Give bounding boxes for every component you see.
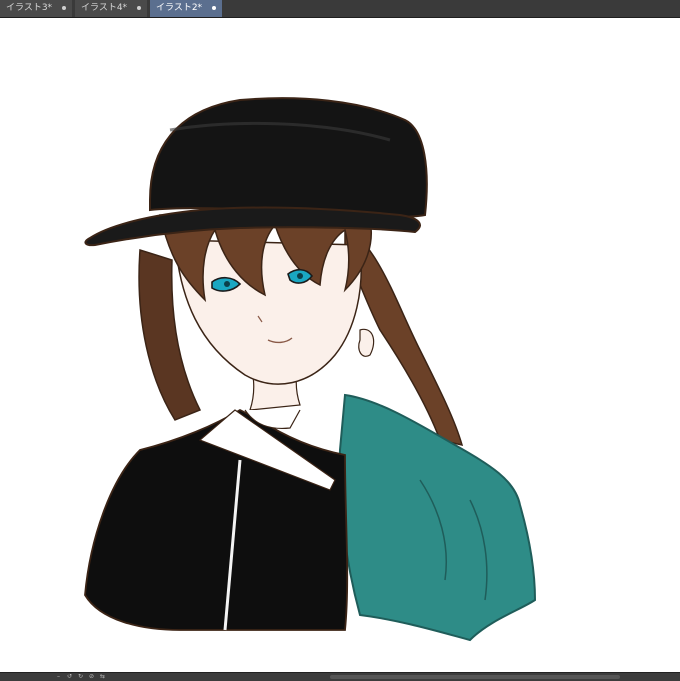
- rotate-right-icon[interactable]: ↻: [77, 674, 84, 680]
- tab-illustration-4[interactable]: イラスト4*: [75, 0, 147, 17]
- tab-label: イラスト4*: [81, 3, 128, 13]
- modified-dot-icon: [62, 6, 66, 10]
- tab-label: イラスト3*: [6, 3, 53, 13]
- ear: [358, 328, 375, 357]
- right-pupil: [297, 273, 303, 279]
- tab-illustration-3[interactable]: イラスト3*: [0, 0, 72, 17]
- drawing-canvas[interactable]: [0, 18, 680, 672]
- horizontal-scrollbar[interactable]: [330, 675, 620, 679]
- tab-label: イラスト2*: [156, 3, 203, 13]
- left-pupil: [224, 281, 230, 287]
- modified-dot-icon: [212, 6, 216, 10]
- modified-dot-icon: [137, 6, 141, 10]
- document-tab-bar: イラスト3* イラスト4* イラスト2*: [0, 0, 680, 18]
- flip-icon[interactable]: ⇆: [99, 674, 106, 680]
- hat-crown: [149, 97, 428, 219]
- tab-illustration-2[interactable]: イラスト2*: [150, 0, 222, 17]
- reset-rotation-icon[interactable]: ⊘: [88, 674, 95, 680]
- zoom-out-icon[interactable]: –: [55, 674, 62, 680]
- artwork-illustration: [84, 97, 537, 642]
- rotate-left-icon[interactable]: ↺: [66, 674, 73, 680]
